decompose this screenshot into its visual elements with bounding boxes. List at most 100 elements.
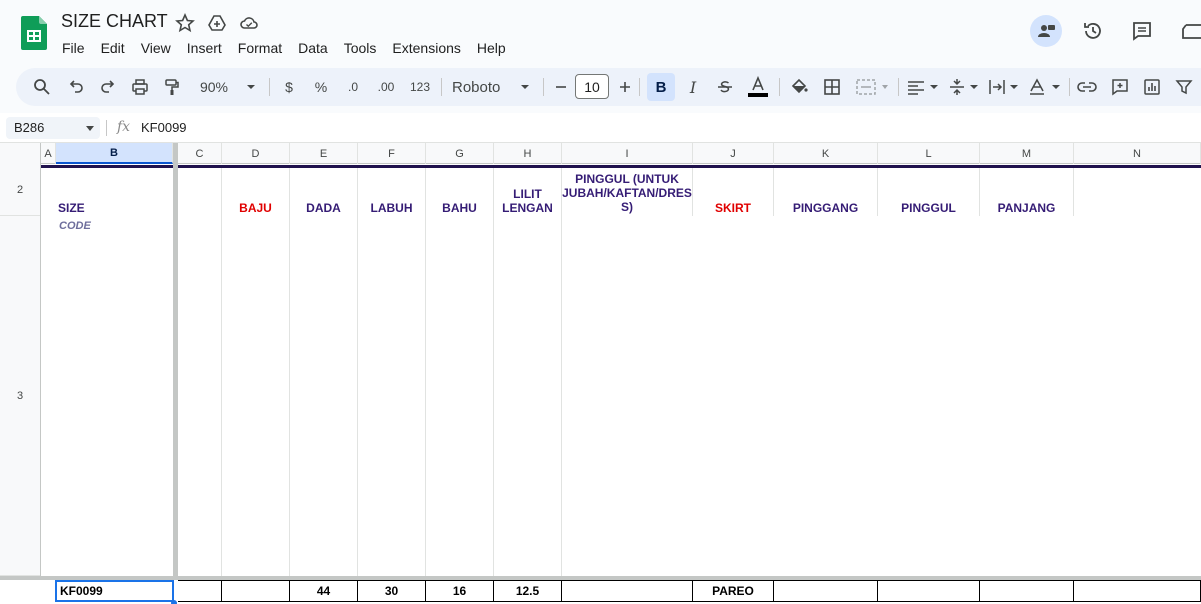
paint-format-button[interactable] bbox=[162, 75, 182, 99]
cell-i286[interactable] bbox=[562, 580, 693, 602]
menu-tools[interactable]: Tools bbox=[336, 37, 385, 59]
fill-color-button[interactable] bbox=[789, 75, 809, 99]
strikethrough-button[interactable] bbox=[715, 75, 735, 99]
increase-decimal-button[interactable]: .00 bbox=[374, 75, 398, 99]
menu-extensions[interactable]: Extensions bbox=[384, 37, 468, 59]
borders-button[interactable] bbox=[822, 75, 842, 99]
redo-icon bbox=[101, 80, 115, 93]
text-color-button[interactable] bbox=[747, 75, 769, 99]
undo-button[interactable] bbox=[66, 75, 86, 99]
fill-color-icon bbox=[791, 78, 808, 94]
vertical-align-button[interactable] bbox=[948, 75, 982, 99]
horizontal-align-button[interactable] bbox=[906, 75, 940, 99]
gridline bbox=[221, 168, 222, 576]
text-rotation-button[interactable] bbox=[1028, 75, 1062, 99]
menu-format[interactable]: Format bbox=[230, 37, 290, 59]
cell-f286[interactable]: 30 bbox=[358, 580, 426, 602]
column-header-l[interactable]: L bbox=[878, 143, 980, 164]
text-wrapping-button[interactable] bbox=[988, 75, 1022, 99]
column-header-a[interactable]: A bbox=[41, 143, 56, 164]
menu-help[interactable]: Help bbox=[469, 37, 514, 59]
insert-comment-button[interactable] bbox=[1110, 75, 1130, 99]
cell-h286[interactable]: 12.5 bbox=[494, 580, 562, 602]
formula-input[interactable]: KF0099 bbox=[141, 120, 187, 135]
decrease-font-size-button[interactable] bbox=[552, 75, 570, 99]
cell-n286[interactable] bbox=[1074, 580, 1201, 602]
name-box[interactable]: B286 bbox=[6, 117, 100, 139]
cloud-saved-icon[interactable] bbox=[239, 13, 259, 33]
cell-b286[interactable]: KF0099 bbox=[55, 580, 174, 602]
add-comment-icon bbox=[1112, 79, 1128, 96]
spreadsheet-grid[interactable]: A B C D E F G H I J K L M N 2 3 286 bbox=[0, 143, 1201, 604]
cell-k286[interactable] bbox=[774, 580, 878, 602]
cell-j286[interactable]: PAREO bbox=[693, 580, 774, 602]
column-header-c[interactable]: C bbox=[178, 143, 222, 164]
row-header-3[interactable]: 3 bbox=[0, 216, 40, 576]
redo-button[interactable] bbox=[98, 75, 118, 99]
meet-button[interactable] bbox=[1180, 15, 1201, 47]
collaborator-button[interactable] bbox=[1030, 15, 1062, 47]
column-header-f[interactable]: F bbox=[358, 143, 426, 164]
fx-icon: fx bbox=[117, 119, 131, 135]
search-menus-button[interactable] bbox=[32, 75, 52, 99]
star-icon[interactable] bbox=[175, 13, 195, 33]
row-header-2[interactable]: 2 bbox=[0, 164, 40, 216]
cell-g286[interactable]: 16 bbox=[426, 580, 494, 602]
chart-icon bbox=[1144, 79, 1160, 95]
strikethrough-icon bbox=[718, 81, 732, 93]
version-history-button[interactable] bbox=[1077, 15, 1109, 47]
cell-e286[interactable]: 44 bbox=[290, 580, 358, 602]
cell-l286[interactable] bbox=[878, 580, 980, 602]
formula-separator bbox=[106, 120, 107, 136]
menu-file[interactable]: File bbox=[54, 37, 93, 59]
cell-c286[interactable] bbox=[178, 580, 222, 602]
gridline bbox=[1073, 168, 1074, 216]
insert-chart-button[interactable] bbox=[1142, 75, 1162, 99]
currency-format-button[interactable]: $ bbox=[280, 75, 298, 99]
column-header-e[interactable]: E bbox=[290, 143, 358, 164]
cell-d286[interactable] bbox=[222, 580, 290, 602]
print-button[interactable] bbox=[130, 75, 150, 99]
cell-m286[interactable] bbox=[980, 580, 1074, 602]
frozen-column-divider[interactable] bbox=[173, 143, 178, 579]
font-family-select[interactable]: Roboto bbox=[452, 75, 508, 99]
table-row: KF0099 44 30 16 12.5 PAREO bbox=[0, 580, 1201, 604]
menu-edit[interactable]: Edit bbox=[93, 37, 133, 59]
borders-icon bbox=[824, 79, 840, 95]
merge-cells-button[interactable] bbox=[856, 75, 890, 99]
comments-button[interactable] bbox=[1126, 15, 1158, 47]
column-header-m[interactable]: M bbox=[980, 143, 1074, 164]
zoom-value[interactable]: 90% bbox=[196, 75, 232, 99]
column-header-n[interactable]: N bbox=[1074, 143, 1201, 164]
paint-format-icon bbox=[165, 79, 179, 95]
formula-bar: B286 fx KF0099 bbox=[0, 113, 1201, 143]
column-header-k[interactable]: K bbox=[774, 143, 878, 164]
font-size-input[interactable]: 10 bbox=[575, 74, 609, 99]
row-headers: 2 3 286 bbox=[0, 164, 41, 604]
more-formats-button[interactable]: 123 bbox=[408, 75, 432, 99]
document-title[interactable]: SIZE CHART bbox=[61, 11, 168, 32]
zoom-dropdown[interactable] bbox=[244, 75, 258, 99]
column-header-i[interactable]: I bbox=[562, 143, 693, 164]
select-all-corner[interactable] bbox=[0, 143, 41, 164]
italic-button[interactable]: I bbox=[683, 75, 703, 99]
menu-view[interactable]: View bbox=[133, 37, 179, 59]
font-family-dropdown[interactable] bbox=[518, 75, 532, 99]
selection-fill-handle[interactable] bbox=[171, 600, 177, 604]
sheets-logo-icon[interactable] bbox=[21, 16, 47, 50]
baju-header: BAJU bbox=[239, 201, 272, 215]
column-header-d[interactable]: D bbox=[222, 143, 290, 164]
bold-button[interactable]: B bbox=[647, 73, 675, 101]
percent-format-button[interactable]: % bbox=[311, 75, 331, 99]
column-header-h[interactable]: H bbox=[494, 143, 562, 164]
decrease-decimal-button[interactable]: .0 bbox=[342, 75, 364, 99]
column-header-g[interactable]: G bbox=[426, 143, 494, 164]
column-header-j[interactable]: J bbox=[693, 143, 774, 164]
column-header-b[interactable]: B bbox=[56, 143, 173, 164]
increase-font-size-button[interactable] bbox=[616, 75, 634, 99]
insert-link-button[interactable] bbox=[1077, 75, 1097, 99]
move-to-drive-icon[interactable] bbox=[207, 13, 227, 33]
create-filter-button[interactable] bbox=[1174, 75, 1194, 99]
menu-data[interactable]: Data bbox=[290, 37, 336, 59]
menu-insert[interactable]: Insert bbox=[179, 37, 230, 59]
